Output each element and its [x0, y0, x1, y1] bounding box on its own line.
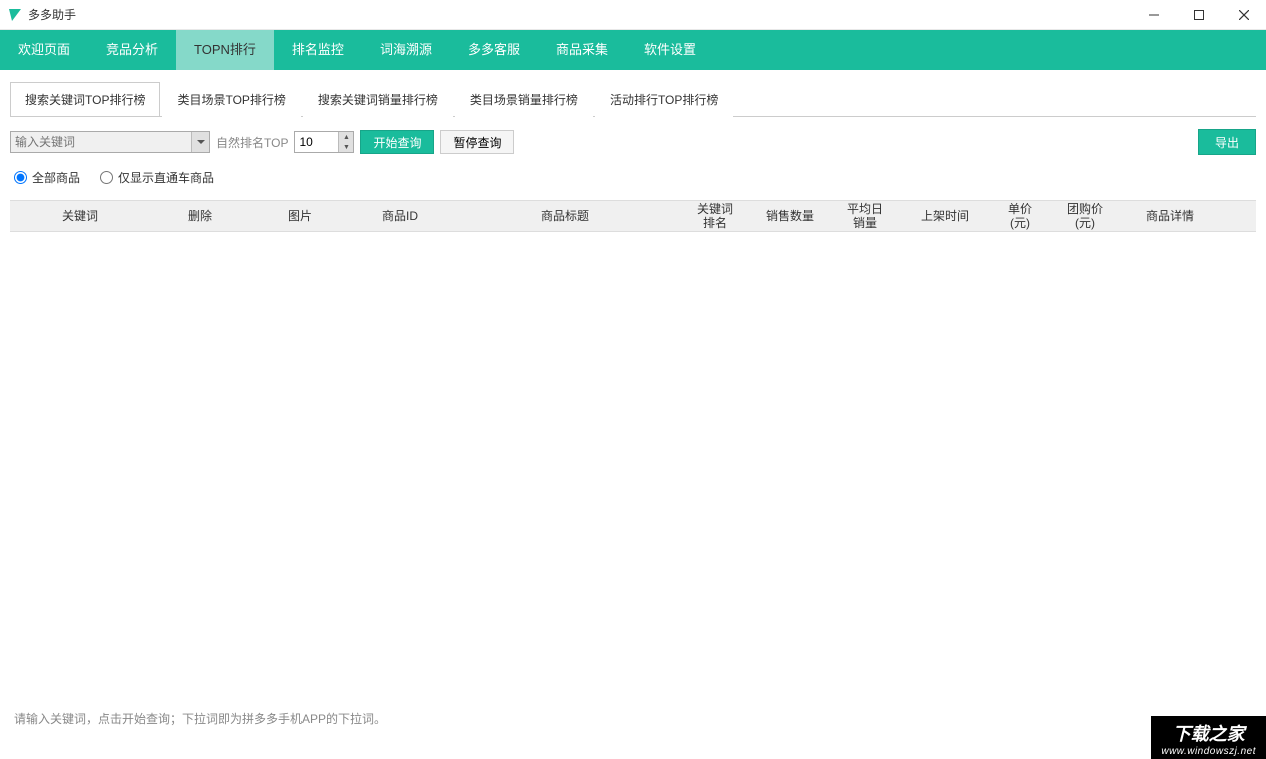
minimize-button[interactable]	[1131, 0, 1176, 29]
col-sales[interactable]: 销售数量	[750, 209, 830, 223]
pause-query-button[interactable]: 暂停查询	[440, 130, 514, 154]
start-query-button[interactable]: 开始查询	[360, 130, 434, 154]
table-header: 关键词 删除 图片 商品ID 商品标题 关键词 排名 销售数量 平均日 销量 上…	[10, 200, 1256, 232]
watermark-url: www.windowszj.net	[1161, 746, 1256, 757]
nav-settings[interactable]: 软件设置	[626, 30, 714, 70]
toolbar: 自然排名TOP ▲▼ 开始查询 暂停查询 导出	[10, 129, 1256, 155]
col-product-id[interactable]: 商品ID	[350, 209, 450, 223]
chevron-down-icon	[197, 138, 205, 146]
status-hint: 请输入关键词，点击开始查询；下拉词即为拼多多手机APP的下拉词。	[14, 710, 386, 727]
col-delete[interactable]: 删除	[150, 209, 250, 223]
subtab-category-top[interactable]: 类目场景TOP排行榜	[162, 82, 300, 117]
chevron-up-icon: ▲	[339, 132, 353, 142]
chevron-down-icon: ▼	[339, 142, 353, 152]
subtab-search-sales[interactable]: 搜索关键词销量排行榜	[303, 82, 453, 117]
subtab-category-sales[interactable]: 类目场景销量排行榜	[455, 82, 593, 117]
app-logo-icon	[8, 8, 22, 22]
maximize-button[interactable]	[1176, 0, 1221, 29]
filter-all-radio[interactable]	[14, 171, 27, 184]
filter-row: 全部商品 仅显示直通车商品	[10, 169, 1256, 186]
keyword-dropdown-button[interactable]	[191, 132, 209, 152]
rank-label: 自然排名TOP	[216, 134, 288, 151]
titlebar: 多多助手	[0, 0, 1266, 30]
nav-word-source[interactable]: 词海溯源	[362, 30, 450, 70]
filter-direct[interactable]: 仅显示直通车商品	[100, 169, 214, 186]
subtab-search-top[interactable]: 搜索关键词TOP排行榜	[10, 82, 160, 117]
spinner-buttons[interactable]: ▲▼	[338, 132, 353, 152]
keyword-input[interactable]	[10, 131, 210, 153]
filter-all[interactable]: 全部商品	[14, 169, 80, 186]
col-listing-time[interactable]: 上架时间	[900, 209, 990, 223]
col-detail[interactable]: 商品详情	[1120, 209, 1220, 223]
col-unit-price[interactable]: 单价 (元)	[990, 202, 1050, 231]
nav-product-collect[interactable]: 商品采集	[538, 30, 626, 70]
filter-direct-radio[interactable]	[100, 171, 113, 184]
col-group-price[interactable]: 团购价 (元)	[1050, 202, 1120, 231]
col-avg-daily[interactable]: 平均日 销量	[830, 202, 900, 231]
app-title: 多多助手	[28, 6, 1131, 23]
rank-top-spinner: ▲▼	[294, 131, 354, 153]
close-button[interactable]	[1221, 0, 1266, 29]
content-area: 搜索关键词TOP排行榜 类目场景TOP排行榜 搜索关键词销量排行榜 类目场景销量…	[0, 70, 1266, 232]
nav-competitor[interactable]: 竞品分析	[88, 30, 176, 70]
keyword-combo	[10, 131, 210, 153]
filter-all-label: 全部商品	[32, 169, 80, 186]
subtab-activity-top[interactable]: 活动排行TOP排行榜	[595, 82, 733, 117]
col-keyword[interactable]: 关键词	[10, 209, 150, 223]
nav-topn[interactable]: TOPN排行	[176, 30, 274, 70]
window-controls	[1131, 0, 1266, 29]
col-title[interactable]: 商品标题	[450, 209, 680, 223]
nav-customer-service[interactable]: 多多客服	[450, 30, 538, 70]
filter-direct-label: 仅显示直通车商品	[118, 169, 214, 186]
nav-welcome[interactable]: 欢迎页面	[0, 30, 88, 70]
col-keyword-rank[interactable]: 关键词 排名	[680, 202, 750, 231]
watermark: 下载之家 www.windowszj.net	[1151, 716, 1266, 759]
sub-tabs: 搜索关键词TOP排行榜 类目场景TOP排行榜 搜索关键词销量排行榜 类目场景销量…	[10, 82, 1256, 117]
export-button[interactable]: 导出	[1198, 129, 1256, 155]
nav-rank-monitor[interactable]: 排名监控	[274, 30, 362, 70]
main-nav: 欢迎页面 竞品分析 TOPN排行 排名监控 词海溯源 多多客服 商品采集 软件设…	[0, 30, 1266, 70]
col-image[interactable]: 图片	[250, 209, 350, 223]
watermark-title: 下载之家	[1161, 720, 1256, 746]
